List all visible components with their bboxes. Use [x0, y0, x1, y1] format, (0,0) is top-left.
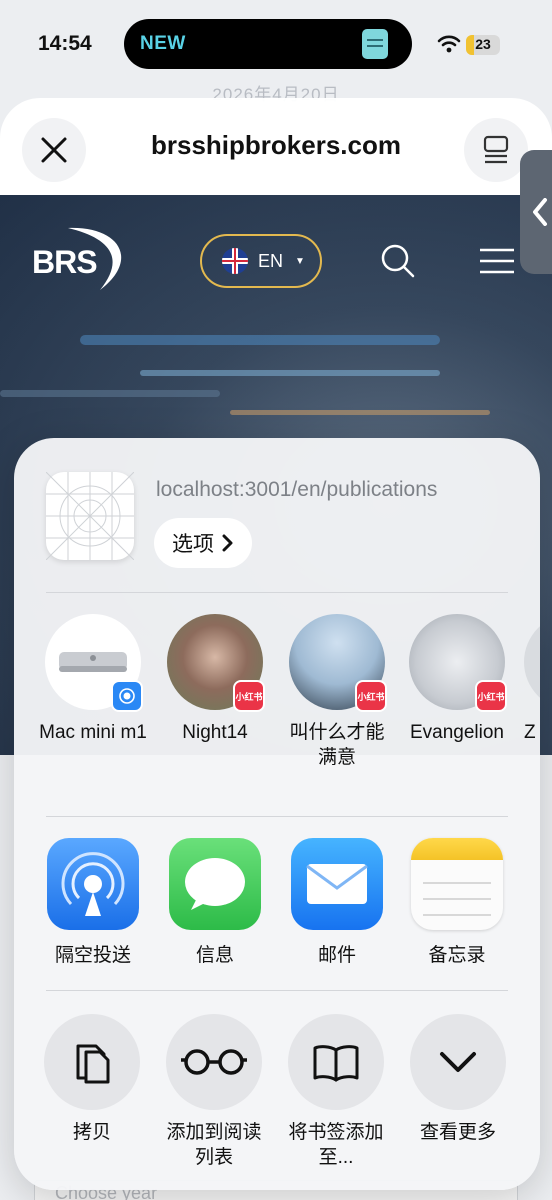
battery-percent: 23 [475, 36, 491, 52]
dynamic-island[interactable]: NEW [124, 19, 412, 69]
app-airdrop[interactable]: 隔空投送 [38, 838, 148, 967]
options-button[interactable]: 选项 [154, 518, 252, 568]
contact-z[interactable]: Z [524, 614, 540, 745]
reading-list-button[interactable] [166, 1014, 262, 1110]
search-icon[interactable] [380, 243, 416, 279]
reading-list-icon [181, 1049, 247, 1075]
app-label: 备忘录 [428, 945, 486, 966]
app-label: 信息 [195, 945, 234, 966]
app-label: 邮件 [317, 945, 356, 966]
xiaohongshu-badge-icon: 小红书 [355, 680, 387, 712]
action-add-bookmark[interactable]: 将书签添加至... [276, 1014, 396, 1170]
notes-icon [411, 838, 503, 930]
contact-jiaoshenme[interactable]: 小红书 叫什么才能满意 [282, 614, 392, 770]
browser-header: brsshipbrokers.com [0, 98, 552, 195]
reader-icon [483, 135, 509, 164]
battery-icon: 23 [466, 35, 500, 55]
document-icon [362, 29, 388, 59]
contact-name: 叫什么才能满意 [289, 722, 385, 768]
action-label: 将书签添加至... [288, 1122, 384, 1168]
placeholder-grid-icon [45, 471, 135, 561]
options-label: 选项 [172, 533, 214, 556]
action-label: 查看更多 [419, 1122, 496, 1143]
chevron-left-icon [533, 198, 547, 226]
airdrop-icon [47, 838, 139, 930]
chevron-down-icon [440, 1052, 476, 1072]
action-see-more[interactable]: 查看更多 [398, 1014, 518, 1145]
airdrop-badge-icon [111, 680, 143, 712]
island-label: NEW [140, 33, 186, 54]
contact-evangelion[interactable]: 小红书 Evangelion [402, 614, 512, 745]
language-label: EN [258, 250, 284, 271]
language-selector[interactable]: EN ▼ [200, 234, 322, 288]
avatar: 小红书 [289, 614, 387, 712]
status-bar: 14:54 NEW 23 [0, 0, 552, 90]
app-label: 隔空投送 [54, 945, 131, 966]
caret-down-icon: ▼ [295, 255, 305, 267]
hamburger-menu-icon[interactable] [478, 247, 516, 275]
divider [46, 990, 508, 991]
mail-icon [291, 838, 383, 930]
xiaohongshu-badge-icon: 小红书 [233, 680, 265, 712]
see-more-button[interactable] [410, 1014, 506, 1110]
messages-icon [169, 838, 261, 930]
share-url: localhost:3001/en/publications [156, 478, 438, 501]
contact-night14[interactable]: 小红书 Night14 [160, 614, 270, 745]
app-notes[interactable]: 备忘录 [402, 838, 512, 967]
contact-name: Z [524, 722, 536, 743]
avatar: 小红书 [409, 614, 507, 712]
divider [46, 816, 508, 817]
share-sheet: localhost:3001/en/publications 选项 Mac mi… [14, 438, 540, 1190]
action-label: 添加到阅读列表 [166, 1122, 262, 1168]
reader-mode-button[interactable] [464, 118, 528, 182]
divider [46, 592, 508, 593]
contact-name: Mac mini m1 [39, 722, 147, 743]
app-mail[interactable]: 邮件 [282, 838, 392, 967]
app-messages[interactable]: 信息 [160, 838, 270, 967]
copy-button[interactable] [44, 1014, 140, 1110]
copy-icon [76, 1044, 110, 1084]
contact-mac-mini[interactable]: Mac mini m1 [38, 614, 148, 745]
avatar [45, 614, 143, 712]
contact-name: Night14 [182, 722, 248, 743]
clock: 14:54 [38, 32, 92, 55]
brs-logo[interactable]: BRS [30, 220, 134, 300]
xiaohongshu-badge-icon: 小红书 [475, 680, 507, 712]
avatar [524, 614, 540, 710]
avatar: 小红书 [167, 614, 265, 712]
wifi-icon [437, 35, 461, 53]
side-panel-handle[interactable] [520, 150, 552, 274]
action-add-reading-list[interactable]: 添加到阅读列表 [154, 1014, 274, 1170]
bookmark-button[interactable] [288, 1014, 384, 1110]
page-thumbnail [45, 471, 135, 561]
uk-flag-icon [222, 248, 248, 274]
chevron-right-icon [222, 534, 233, 552]
action-copy[interactable]: 拷贝 [32, 1014, 152, 1145]
contact-name: Evangelion [409, 722, 505, 743]
action-label: 拷贝 [72, 1122, 111, 1143]
bookmark-book-icon [313, 1045, 359, 1082]
